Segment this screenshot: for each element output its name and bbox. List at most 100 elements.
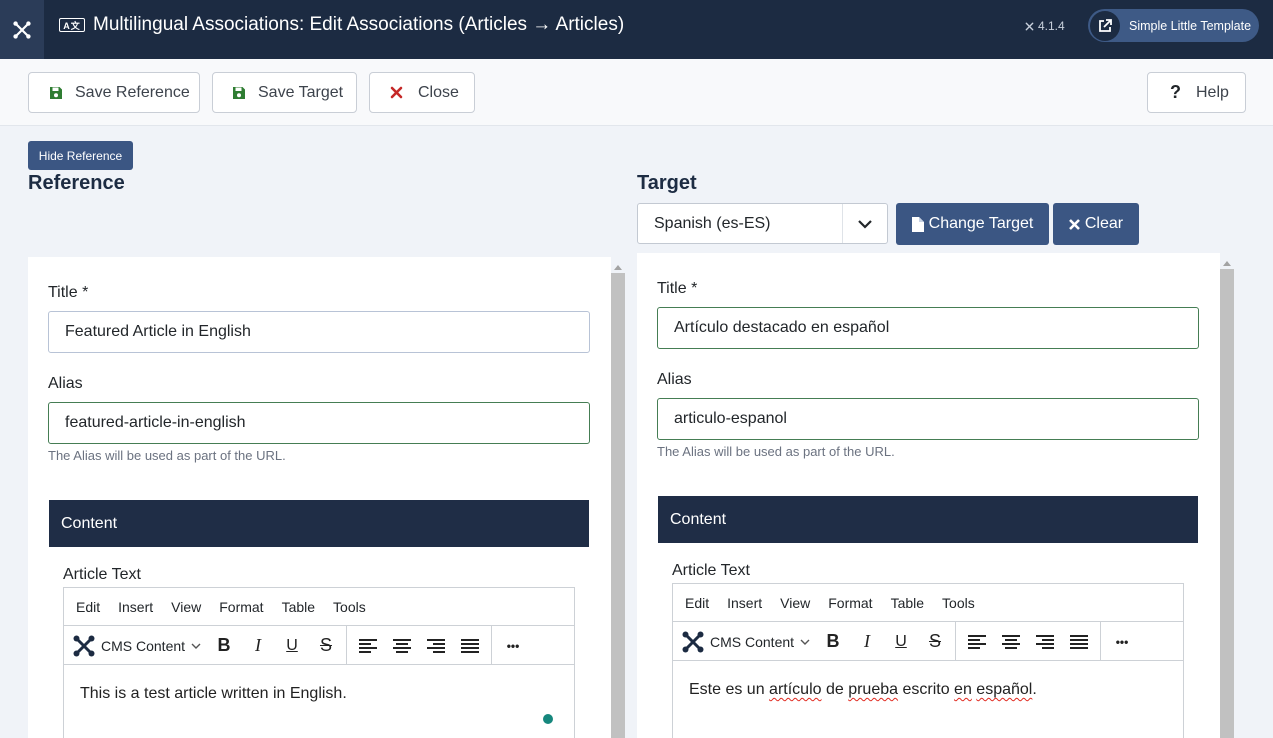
menu-tools[interactable]: Tools — [333, 599, 366, 615]
status-dot-icon — [543, 714, 553, 724]
align-right-icon[interactable] — [1031, 622, 1059, 661]
target-heading: Target — [637, 172, 697, 194]
save-target-button[interactable]: Save Target — [212, 72, 357, 113]
align-right-icon[interactable] — [422, 626, 450, 665]
clear-button[interactable]: Clear — [1053, 203, 1139, 245]
bold-icon[interactable]: B — [210, 626, 238, 665]
hide-reference-button[interactable]: Hide Reference — [28, 141, 133, 170]
strikethrough-icon[interactable]: S — [921, 622, 949, 661]
toolbar-divider — [955, 622, 956, 661]
close-button[interactable]: Close — [369, 72, 475, 113]
reference-scrollbar[interactable] — [611, 273, 625, 738]
target-scrollbar[interactable] — [1220, 269, 1234, 738]
reference-heading: Reference — [28, 172, 125, 194]
article-text-label: Article Text — [672, 562, 750, 579]
save-icon — [50, 86, 62, 99]
bold-icon[interactable]: B — [819, 622, 847, 661]
reference-editor: Edit Insert View Format Table Tools CMS … — [63, 587, 575, 738]
close-label: Close — [418, 83, 459, 101]
more-icon[interactable]: ••• — [1108, 622, 1136, 661]
page-title: Multilingual Associations: Edit Associat… — [93, 14, 625, 35]
scroll-up-icon[interactable] — [611, 260, 625, 274]
italic-icon[interactable]: I — [244, 626, 272, 665]
reference-article-text[interactable]: This is a test article written in Englis… — [80, 685, 347, 703]
target-article-text[interactable]: Este es un artículo de prueba escrito en… — [689, 681, 1037, 699]
alias-label: Alias — [657, 371, 692, 388]
editor-menubar: Edit Insert View Format Table Tools — [673, 584, 1183, 622]
alias-label: Alias — [48, 375, 83, 392]
text-segment: escrito — [898, 681, 955, 698]
align-left-icon[interactable] — [354, 626, 382, 665]
misspelled-word: en — [954, 681, 972, 698]
target-language-value: Spanish (es-ES) — [654, 214, 771, 232]
chevron-down-icon — [800, 639, 810, 645]
toolbar-divider — [346, 626, 347, 665]
change-target-button[interactable]: Change Target — [896, 203, 1049, 245]
version-badge: 4.1.4 — [1024, 19, 1065, 33]
menu-view[interactable]: View — [171, 599, 201, 615]
clear-label: Clear — [1084, 215, 1124, 232]
menu-tools[interactable]: Tools — [942, 595, 975, 611]
misspelled-word: español — [976, 681, 1033, 698]
menu-insert[interactable]: Insert — [118, 599, 153, 615]
menu-edit[interactable]: Edit — [76, 599, 100, 615]
menu-edit[interactable]: Edit — [685, 595, 709, 611]
save-target-label: Save Target — [258, 83, 344, 101]
scroll-up-icon[interactable] — [1220, 256, 1234, 270]
underline-icon[interactable]: U — [887, 622, 915, 661]
joomla-logo-icon[interactable] — [0, 0, 44, 59]
chevron-down-icon — [842, 204, 887, 243]
help-button[interactable]: ? Help — [1147, 72, 1246, 113]
underline-icon[interactable]: U — [278, 626, 306, 665]
menu-format[interactable]: Format — [828, 595, 872, 611]
menu-format[interactable]: Format — [219, 599, 263, 615]
joomla-small-icon — [1025, 22, 1034, 30]
language-icon: A文 — [59, 18, 85, 32]
text-segment: . — [1032, 681, 1037, 698]
tab-content[interactable]: Content — [49, 500, 589, 547]
reference-title-input[interactable]: Featured Article in English — [48, 311, 590, 353]
tab-content[interactable]: Content — [658, 496, 1198, 543]
text-segment: Este es un — [689, 681, 770, 698]
editor-format-toolbar: CMS Content B I U S ••• — [64, 626, 574, 665]
menu-table[interactable]: Table — [282, 599, 315, 615]
target-editor: Edit Insert View Format Table Tools CMS … — [672, 583, 1184, 738]
editor-format-toolbar: CMS Content B I U S ••• — [673, 622, 1183, 661]
target-alias-input[interactable]: articulo-espanol — [657, 398, 1199, 440]
text-segment: de — [821, 681, 849, 698]
align-left-icon[interactable] — [963, 622, 991, 661]
align-center-icon[interactable] — [997, 622, 1025, 661]
strikethrough-icon[interactable]: S — [312, 626, 340, 665]
external-link-icon — [1090, 10, 1120, 41]
title-label: Title * — [48, 284, 89, 301]
align-justify-icon[interactable] — [456, 626, 484, 665]
align-center-icon[interactable] — [388, 626, 416, 665]
menu-view[interactable]: View — [780, 595, 810, 611]
target-language-select[interactable]: Spanish (es-ES) — [637, 203, 888, 244]
version-label: 4.1.4 — [1038, 19, 1065, 33]
toolbar-divider — [1100, 622, 1101, 661]
save-reference-button[interactable]: Save Reference — [28, 72, 200, 113]
close-icon — [390, 86, 403, 99]
article-text-label: Article Text — [63, 566, 141, 583]
menu-insert[interactable]: Insert — [727, 595, 762, 611]
site-name: Simple Little Template — [1129, 18, 1252, 33]
menu-table[interactable]: Table — [891, 595, 924, 611]
view-site-button[interactable]: Simple Little Template — [1088, 9, 1259, 42]
help-label: Help — [1196, 83, 1229, 101]
target-title-input[interactable]: Artículo destacado en español — [657, 307, 1199, 349]
block-format-dropdown[interactable]: CMS Content — [72, 626, 201, 665]
app-header: A文 Multilingual Associations: Edit Assoc… — [0, 0, 1273, 59]
title-label: Title * — [657, 280, 698, 297]
alias-hint: The Alias will be used as part of the UR… — [48, 448, 286, 463]
align-justify-icon[interactable] — [1065, 622, 1093, 661]
help-icon: ? — [1170, 82, 1181, 102]
italic-icon[interactable]: I — [853, 622, 881, 661]
block-format-dropdown[interactable]: CMS Content — [681, 622, 810, 661]
block-format-label: CMS Content — [710, 633, 795, 650]
more-icon[interactable]: ••• — [499, 626, 527, 665]
joomla-logo-icon — [73, 635, 95, 656]
file-icon — [911, 216, 924, 232]
save-icon — [233, 86, 245, 99]
reference-alias-input[interactable]: featured-article-in-english — [48, 402, 590, 444]
